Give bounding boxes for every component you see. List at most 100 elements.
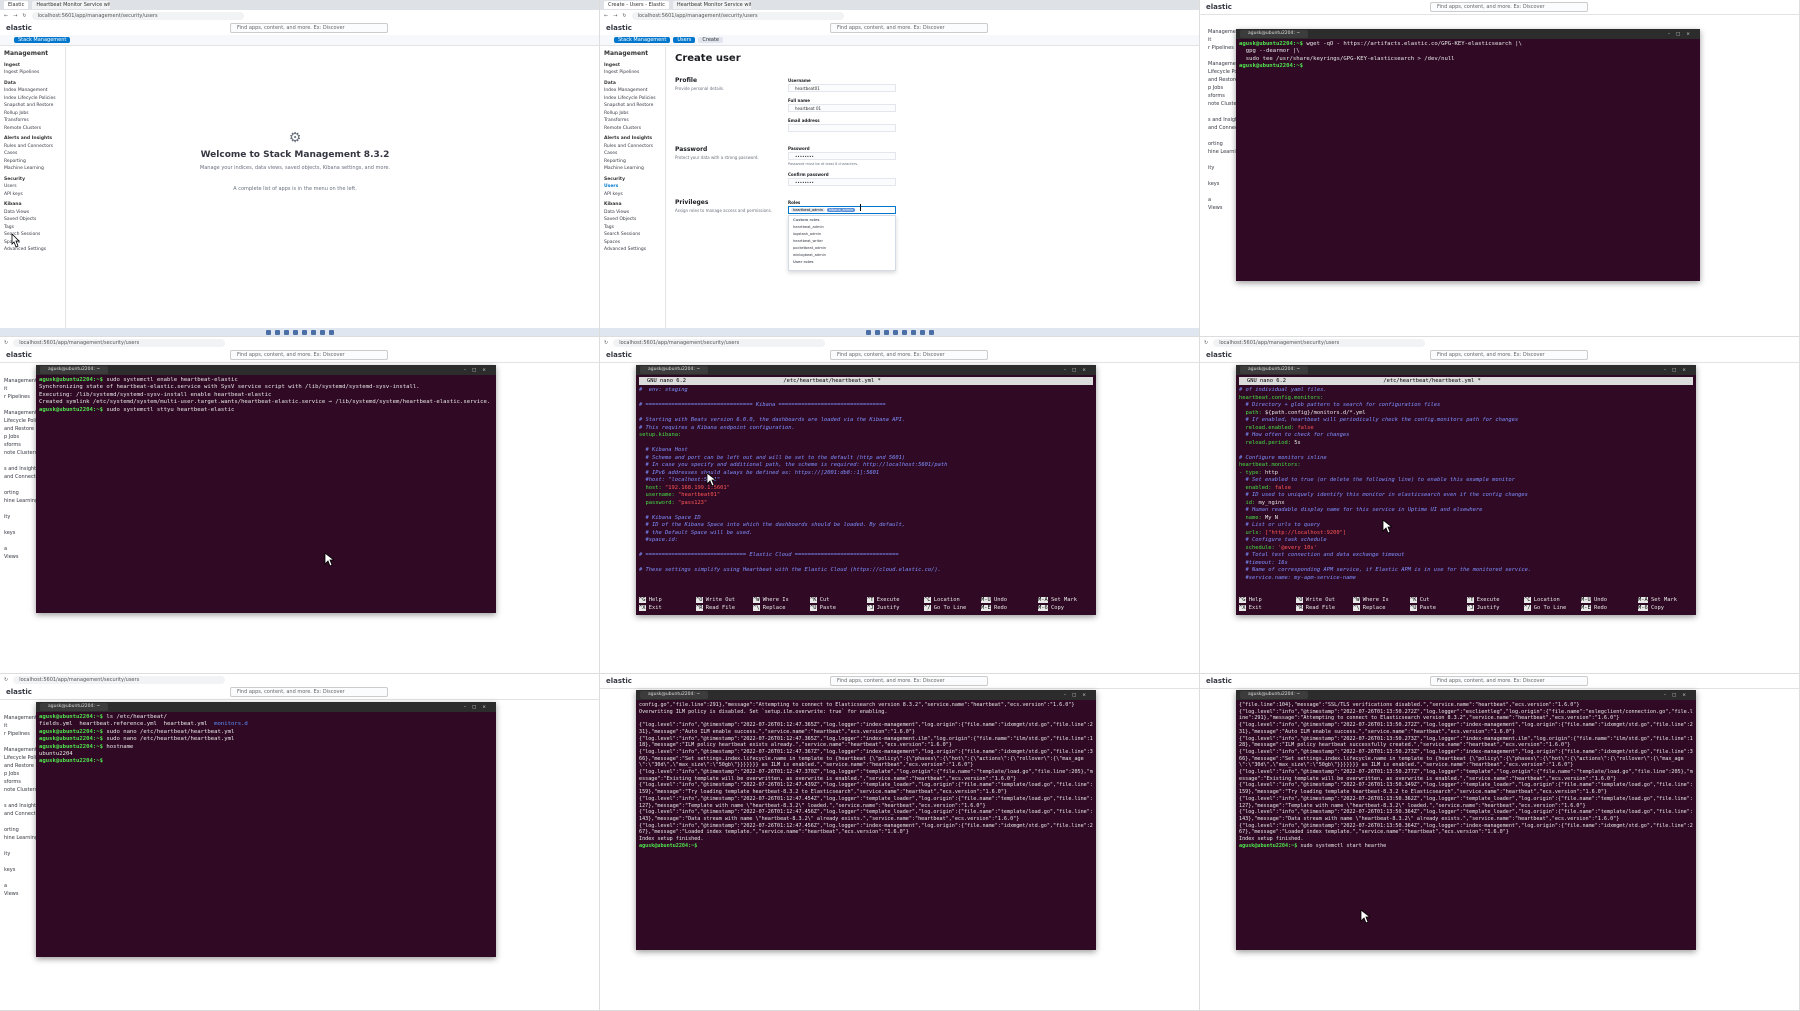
role-badge[interactable]: heartbeat_admin [791, 208, 825, 212]
elastic-logo[interactable]: elastic [606, 351, 632, 359]
window-controls-icon[interactable]: –□× [1664, 368, 1692, 373]
sidenav-item[interactable]: Search Sessions [604, 231, 661, 239]
nano-editor-content[interactable]: # env: staging # =======================… [636, 385, 1096, 577]
sidenav-item[interactable]: Snapshot and Restore [4, 102, 61, 110]
nano-shortcut[interactable]: M-U Undo [981, 597, 1038, 605]
elastic-logo[interactable]: elastic [6, 351, 32, 359]
nano-shortcut[interactable]: ^C Location [924, 597, 981, 605]
dropdown-option[interactable]: winlogbeat_admin [793, 252, 891, 259]
reload-icon[interactable]: ↻ [622, 13, 626, 19]
elastic-logo[interactable]: elastic [6, 688, 32, 696]
terminal-window[interactable]: agusk@ubuntu2204: ~ –□× GNU nano 6.2 /etc… [1236, 365, 1696, 615]
sidenav-item[interactable]: Data Views [4, 209, 61, 217]
terminal-tab[interactable]: agusk@ubuntu2204: ~ [640, 691, 709, 699]
url-input[interactable]: localhost:5601/app/management/security/u… [613, 338, 826, 347]
nano-shortcut[interactable]: ^T Execute [1467, 597, 1524, 605]
url-input[interactable]: localhost:5601/app/management/security/u… [631, 11, 844, 20]
terminal-window[interactable]: agusk@ubuntu2204: ~ –□× agusk@ubuntu2204:… [1236, 29, 1700, 281]
nano-shortcut[interactable]: ^W Where Is [1353, 597, 1410, 605]
url-input[interactable]: localhost:5601/app/management/security/u… [31, 11, 244, 20]
terminal-tab[interactable]: agusk@ubuntu2204: ~ [40, 703, 109, 711]
sidenav-item[interactable]: Rules and Connectors [604, 143, 661, 151]
dropdown-option[interactable]: pocketbeat_admin [793, 245, 891, 252]
elastic-logo[interactable]: elastic [1206, 351, 1232, 359]
sidenav-item[interactable]: Advanced Settings [604, 246, 661, 254]
url-input[interactable]: localhost:5601/app/management/security/u… [13, 338, 226, 347]
browser-tab[interactable]: Heartbeat Monitor Service wit [32, 1, 111, 9]
terminal-window[interactable]: agusk@ubuntu2204: ~ –□× agusk@ubuntu2204:… [36, 702, 496, 957]
nano-shortcut[interactable]: ^O Write Out [1296, 597, 1353, 605]
fullname-field[interactable]: heartbeat 01 [788, 104, 896, 112]
back-icon[interactable]: ← [4, 13, 8, 19]
terminal-window[interactable]: agusk@ubuntu2204: ~ –□× GNU nano 6.2 /etc… [636, 365, 1096, 615]
breadcrumb-stack-management[interactable]: Stack Management [614, 37, 671, 43]
sidenav-item[interactable]: Tags [4, 224, 61, 232]
sidenav-item[interactable]: Machine Learning [604, 165, 661, 173]
role-badge[interactable]: kibana_admin [826, 208, 856, 212]
elastic-logo[interactable]: elastic [1206, 677, 1232, 685]
nano-shortcut[interactable]: ^R Read File [696, 604, 753, 613]
elastic-logo[interactable]: elastic [1206, 3, 1232, 11]
sidenav-item[interactable]: Remote Clusters [4, 125, 61, 133]
nano-shortcut[interactable]: ^O Write Out [696, 597, 753, 605]
nano-shortcut[interactable]: ^T Execute [867, 597, 924, 605]
elastic-logo[interactable]: elastic [606, 677, 632, 685]
nano-shortcut[interactable]: M-A Set Mark [1638, 597, 1695, 605]
sidenav-item[interactable]: Transforms [4, 117, 61, 125]
sidenav-item[interactable]: Cases [604, 150, 661, 158]
global-search-input[interactable]: Find apps, content, and more. Ex: Discov… [830, 23, 988, 33]
global-search-input[interactable]: Find apps, content, and more. Ex: Discov… [230, 23, 388, 33]
forward-icon[interactable]: → [613, 13, 617, 19]
nano-shortcut[interactable]: ^J Justify [1467, 604, 1524, 613]
confirm-password-field[interactable]: •••••••• [788, 178, 896, 186]
nano-shortcut[interactable]: M-6 Copy [1638, 604, 1695, 613]
browser-tab[interactable]: Create - Users - Elastic [604, 1, 669, 9]
elastic-logo[interactable]: elastic [6, 24, 32, 32]
window-controls-icon[interactable]: –□× [464, 705, 492, 710]
reload-icon[interactable]: ↻ [4, 677, 8, 683]
email-field[interactable] [788, 124, 896, 132]
nano-shortcut[interactable]: ^/ Go To Line [924, 604, 981, 613]
sidenav-item[interactable]: API keys [4, 191, 61, 199]
global-search-input[interactable]: Find apps, content, and more. Ex: Discov… [230, 350, 388, 360]
sidenav-item[interactable]: Reporting [604, 158, 661, 166]
window-controls-icon[interactable]: –□× [1064, 693, 1092, 698]
sidenav-item[interactable]: Spaces [604, 239, 661, 247]
sidenav-item[interactable]: Reporting [4, 158, 61, 166]
roles-combobox[interactable]: heartbeat_admin kibana_admin [788, 206, 896, 214]
nano-shortcut[interactable]: ^U Paste [810, 604, 867, 613]
reload-icon[interactable]: ↻ [1204, 340, 1208, 346]
username-field[interactable]: heartbeat01 [788, 84, 896, 92]
sidenav-item[interactable]: Machine Learning [4, 165, 61, 173]
reload-icon[interactable]: ↻ [4, 340, 8, 346]
nano-shortcut[interactable]: ^R Read File [1296, 604, 1353, 613]
sidenav-item[interactable]: Tags [604, 224, 661, 232]
terminal-tab[interactable]: agusk@ubuntu2204: ~ [1240, 366, 1309, 374]
window-controls-icon[interactable]: –□× [1668, 32, 1696, 37]
terminal-tab[interactable]: agusk@ubuntu2204: ~ [640, 366, 709, 374]
reload-icon[interactable]: ↻ [604, 340, 608, 346]
breadcrumb-stack-management[interactable]: Stack Management [14, 37, 71, 43]
nano-shortcut[interactable]: ^X Exit [1239, 604, 1296, 613]
global-search-input[interactable]: Find apps, content, and more. Ex: Discov… [230, 687, 388, 697]
sidenav-item[interactable]: Data Views [604, 209, 661, 217]
nano-shortcut[interactable]: ^J Justify [867, 604, 924, 613]
forward-icon[interactable]: → [13, 13, 17, 19]
back-icon[interactable]: ← [604, 13, 608, 19]
sidenav-item[interactable]: Saved Objects [4, 216, 61, 224]
nano-shortcut[interactable]: M-U Undo [1581, 597, 1638, 605]
sidenav-item[interactable]: Transforms [604, 117, 661, 125]
dropdown-option[interactable]: heartbeat_admin [793, 224, 891, 231]
nano-shortcut[interactable]: ^C Location [1524, 597, 1581, 605]
dropdown-option[interactable]: logstash_admin [793, 231, 891, 238]
sidenav-item[interactable]: Snapshot and Restore [604, 102, 661, 110]
browser-tab[interactable]: Elastic [4, 1, 29, 9]
nano-shortcut[interactable]: ^K Cut [810, 597, 867, 605]
reload-icon[interactable]: ↻ [22, 13, 26, 19]
elastic-logo[interactable]: elastic [606, 24, 632, 32]
nano-shortcut[interactable]: ^\ Replace [1353, 604, 1410, 613]
window-controls-icon[interactable]: –□× [464, 368, 492, 373]
sidenav-item[interactable]: Index Management [4, 87, 61, 95]
breadcrumb-users[interactable]: Users [673, 37, 696, 43]
global-search-input[interactable]: Find apps, content, and more. Ex: Discov… [830, 676, 988, 686]
